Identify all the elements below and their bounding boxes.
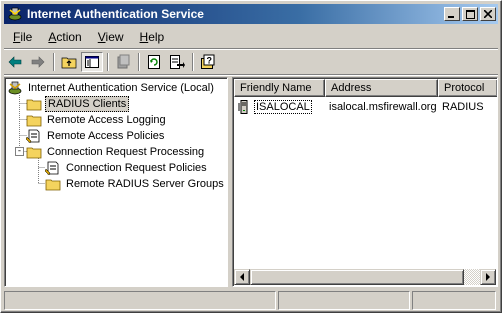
folder-icon: [45, 176, 61, 192]
folder-icon: [26, 112, 42, 128]
tree-item-label: Remote Access Policies: [47, 130, 165, 142]
folder-icon: [26, 144, 42, 160]
column-header-address[interactable]: Address: [325, 79, 438, 97]
menu-help[interactable]: Help: [131, 30, 172, 44]
horizontal-scrollbar[interactable]: [234, 269, 496, 285]
tree-item-label: Remote Access Logging: [47, 114, 166, 126]
up-one-level-button[interactable]: [58, 52, 80, 72]
minimize-button[interactable]: [444, 7, 460, 21]
tree-item-connection-request-processing[interactable]: Connection Request Processing: [26, 144, 206, 160]
tree-item-remote-access-logging[interactable]: Remote Access Logging: [26, 112, 168, 128]
main-window: Internet Authentication Service File Act…: [0, 0, 502, 313]
tree-root[interactable]: Internet Authentication Service (Local): [7, 80, 216, 96]
refresh-icon: [148, 55, 160, 69]
column-header-protocol[interactable]: Protocol: [438, 79, 497, 97]
menu-action[interactable]: Action: [39, 30, 88, 44]
scroll-thumb[interactable]: [250, 269, 464, 285]
ias-app-icon: [7, 6, 23, 22]
menu-view[interactable]: View: [89, 30, 131, 44]
tree-item-label: Remote RADIUS Server Groups: [66, 178, 224, 190]
svg-text:?: ?: [207, 56, 213, 66]
radius-client-icon: [236, 99, 252, 115]
collapse-toggle[interactable]: -: [15, 147, 24, 156]
status-panel-3: [412, 291, 496, 310]
ias-server-icon: [7, 80, 23, 96]
show-hide-tree-icon: [85, 56, 99, 68]
tree-item-remote-radius-server-groups[interactable]: Remote RADIUS Server Groups: [45, 176, 226, 192]
column-headers: Friendly Name Address Protocol: [234, 79, 497, 97]
tree-item-radius-clients[interactable]: RADIUS Clients: [26, 96, 130, 112]
arrow-right-icon: [486, 273, 490, 281]
cell-address: isalocal.msfirewall.org: [329, 101, 437, 113]
client-name: ISALOCAL: [254, 100, 312, 114]
close-button[interactable]: [480, 7, 496, 21]
column-header-friendly-name[interactable]: Friendly Name: [234, 79, 325, 97]
status-panel-2: [278, 291, 410, 310]
back-arrow-icon: [8, 56, 22, 68]
close-icon: [484, 10, 492, 18]
window-title: Internet Authentication Service: [27, 7, 204, 21]
console-tree[interactable]: Internet Authentication Service (Local) …: [4, 77, 228, 287]
up-folder-icon: [61, 57, 77, 69]
tree-root-label: Internet Authentication Service (Local): [28, 82, 214, 94]
details-list[interactable]: Friendly Name Address Protocol ISALOCAL …: [232, 77, 498, 287]
forward-button[interactable]: [27, 52, 49, 72]
policy-icon: [25, 128, 42, 144]
help-button[interactable]: ?: [197, 52, 219, 72]
tree-item-label: Connection Request Processing: [47, 146, 205, 158]
tree-item-label: RADIUS Clients: [45, 96, 130, 112]
status-bar: [4, 291, 498, 310]
toolbar-separator-line: [4, 74, 498, 76]
tree-item-remote-access-policies[interactable]: Remote Access Policies: [25, 128, 166, 144]
list-row[interactable]: ISALOCAL isalocal.msfirewall.org RADIUS: [236, 99, 497, 115]
menu-file[interactable]: File: [4, 30, 39, 44]
scroll-right-button[interactable]: [480, 269, 496, 285]
refresh-button[interactable]: [143, 52, 165, 72]
folder-icon: [26, 96, 42, 112]
toolbar: ?: [4, 51, 220, 73]
title-bar[interactable]: Internet Authentication Service: [4, 4, 498, 24]
policy-icon: [44, 160, 61, 176]
export-list-icon: [170, 55, 185, 69]
menu-separator: [4, 48, 498, 50]
status-panel-main: [4, 291, 276, 310]
cell-friendly-name: ISALOCAL: [236, 99, 324, 115]
scroll-left-button[interactable]: [234, 269, 250, 285]
toolbar-separator: [138, 53, 140, 71]
back-button[interactable]: [4, 52, 26, 72]
tree-item-connection-request-policies[interactable]: Connection Request Policies: [44, 160, 209, 176]
menu-bar: File Action View Help: [4, 27, 171, 47]
tree-item-label: Connection Request Policies: [66, 162, 207, 174]
arrow-left-icon: [240, 273, 244, 281]
toolbar-separator: [53, 53, 55, 71]
cell-protocol: RADIUS: [442, 101, 484, 113]
toolbar-separator: [192, 53, 194, 71]
maximize-button[interactable]: [462, 7, 478, 21]
help-icon: ?: [201, 54, 215, 69]
delete-button[interactable]: [112, 52, 134, 72]
export-list-button[interactable]: [166, 52, 188, 72]
minimize-icon: [448, 16, 454, 18]
forward-arrow-icon: [31, 56, 45, 68]
toolbar-separator: [107, 53, 109, 71]
delete-icon: [117, 54, 130, 69]
maximize-icon: [465, 9, 475, 19]
show-hide-console-tree-button[interactable]: [81, 52, 103, 72]
